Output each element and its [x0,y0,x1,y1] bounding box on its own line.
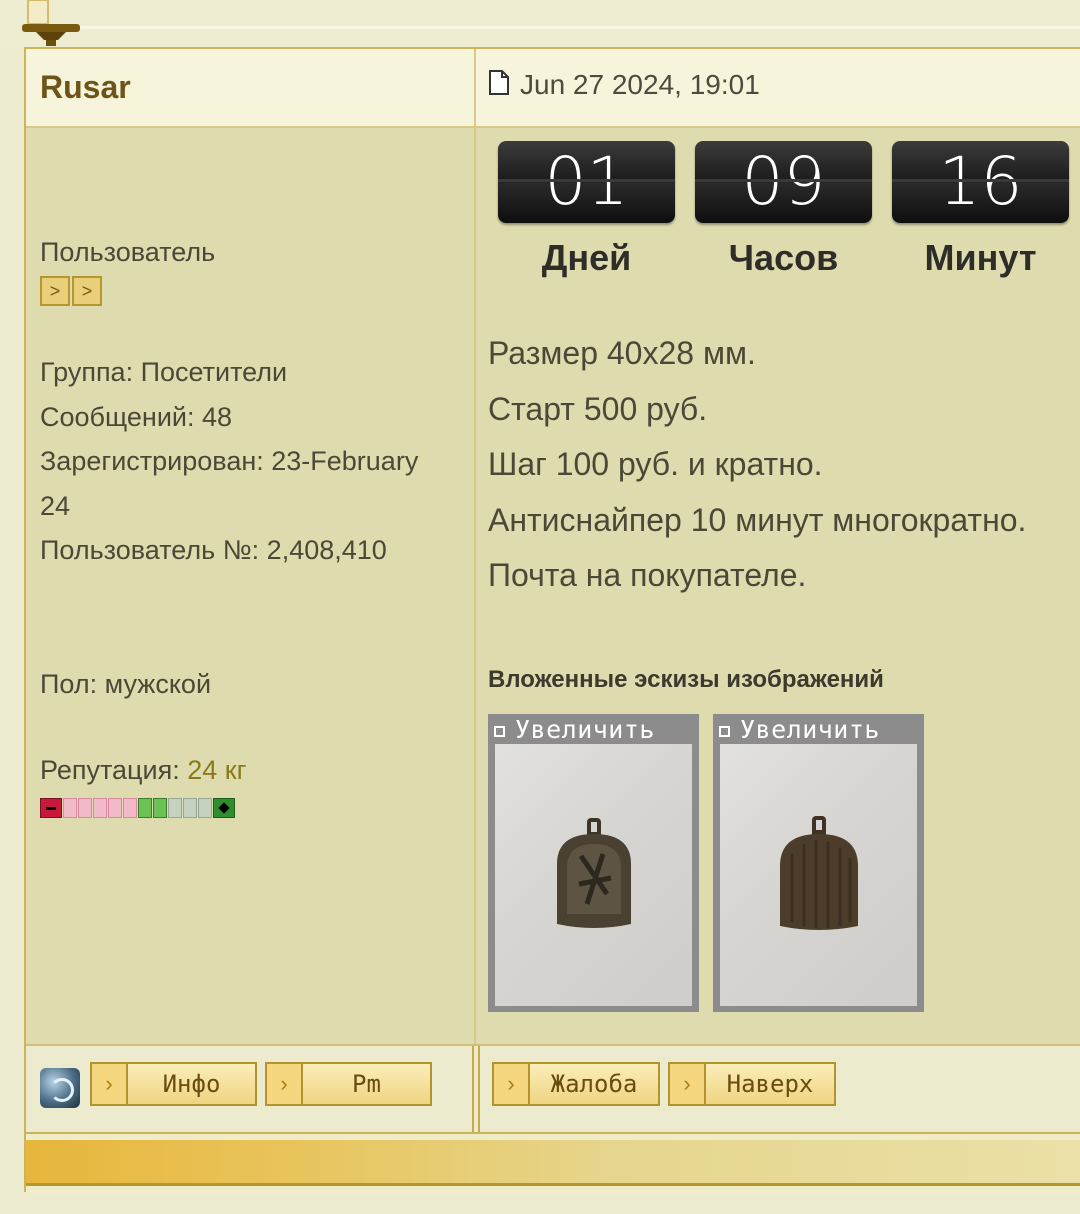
countdown-hours-value: 09 [695,141,872,223]
arrow-right-icon: › [670,1064,706,1104]
user-messages: Сообщений: 48 [40,401,233,432]
countdown-days-value: 01 [498,141,675,223]
rep-cell-icon [78,798,92,818]
post-divider-bar [26,1132,1080,1194]
user-registered-cont: 24 [40,490,71,521]
reputation-value[interactable]: 24 кг [187,755,246,785]
online-status-icon [40,1068,80,1108]
countdown-days: 01 Дней [498,141,675,279]
rep-cell-icon [63,798,77,818]
countdown-hours-label: Часов [728,237,839,278]
post-text: Размер 40х28 мм. Старт 500 руб. Шаг 100 … [488,326,1026,604]
countdown-minutes-label: Минут [924,237,1037,278]
post-footer: › Инфо › Pm › Жалоба › Наверх [26,1044,1080,1132]
top-strip [0,0,1080,48]
rep-cell-icon [108,798,122,818]
thumbnail-enlarge-label: Увеличить [740,714,880,744]
user-registered: Зарегистрирован: 23-February [40,446,419,476]
post-header: Rusar Jun 27 2024, 19:01 [26,49,1080,128]
reputation-bar [40,798,235,818]
enlarge-icon [494,725,505,737]
countdown-hours: 09 Часов [695,141,872,279]
thumbnail-enlarge-link[interactable]: Увеличить [713,714,924,744]
forum-post: Rusar Jun 27 2024, 19:01 Пользователь > … [24,47,1080,1194]
auction-countdown: 01 Дней 09 Часов 16 Минут [498,141,1069,279]
countdown-minutes-value: 16 [892,141,1069,223]
rep-cell-icon [93,798,107,818]
footer-user-actions: › Инфо › Pm [26,1046,474,1132]
attachments-title: Вложенные эскизы изображений [488,666,884,693]
info-button-label: Инфо [128,1064,255,1104]
author-name[interactable]: Rusar [40,69,131,106]
attachment-thumbnails: Увеличить Увеличить [488,714,924,1012]
arrow-right-icon: › [92,1064,128,1104]
user-stats: Группа: Посетители Сообщений: 48 Зарегис… [40,350,418,573]
user-group: Группа: Посетители [40,357,288,387]
post-line: Размер 40х28 мм. [488,335,756,371]
user-gender: Пол: мужской [40,669,212,699]
post-date: Jun 27 2024, 19:01 [520,69,760,100]
rank-pips: > > [40,276,102,306]
document-icon[interactable] [488,70,510,96]
post-line: Почта на покупателе. [488,557,807,593]
footer-post-actions: › Жалоба › Наверх [478,1046,1080,1132]
countdown-days-label: Дней [541,237,632,278]
report-button-label: Жалоба [530,1064,658,1104]
column-divider [474,49,476,1044]
user-reputation: Репутация: 24 кг [40,748,246,793]
enlarge-icon [719,725,730,737]
arrow-right-icon: › [494,1064,530,1104]
rep-cell-icon [138,798,152,818]
user-number: Пользователь №: 2,408,410 [40,535,387,565]
reputation-plus-icon[interactable] [213,798,235,818]
rep-cell-icon [153,798,167,818]
pm-button[interactable]: › Pm [265,1062,432,1106]
user-rank: Пользователь [40,237,216,267]
post-body: Пользователь > > Группа: Посетители Сооб… [26,128,1080,1044]
post-date-wrap: Jun 27 2024, 19:01 [488,69,760,101]
back-to-top-label: Наверх [706,1064,834,1104]
post-line: Шаг 100 руб. и кратно. [488,446,823,482]
info-button[interactable]: › Инфо [90,1062,257,1106]
back-to-top-button[interactable]: › Наверх [668,1062,836,1106]
countdown-minutes: 16 Минут [892,141,1069,279]
rank-pip-icon: > [72,276,102,306]
pm-button-label: Pm [303,1064,430,1104]
thumbnail-enlarge-label: Увеличить [515,714,655,744]
rep-cell-icon [198,798,212,818]
reputation-minus-icon[interactable] [40,798,62,818]
rep-cell-icon [123,798,137,818]
thumbnail-enlarge-link[interactable]: Увеличить [488,714,699,744]
post-line: Старт 500 руб. [488,390,708,427]
reputation-label: Репутация: [40,755,180,785]
rank-pip-icon: > [40,276,70,306]
rep-cell-icon [183,798,197,818]
attachment-thumbnail[interactable]: Увеличить [713,714,924,1012]
lamp-decoration-icon [22,0,80,46]
post-line: Антиснайпер 10 минут многократно. [488,501,1027,538]
attachment-thumbnail[interactable]: Увеличить [488,714,699,1012]
pendant-photo-front[interactable] [495,744,692,1006]
arrow-right-icon: › [267,1064,303,1104]
rep-cell-icon [168,798,182,818]
pendant-photo-back[interactable] [720,744,917,1006]
report-button[interactable]: › Жалоба [492,1062,660,1106]
